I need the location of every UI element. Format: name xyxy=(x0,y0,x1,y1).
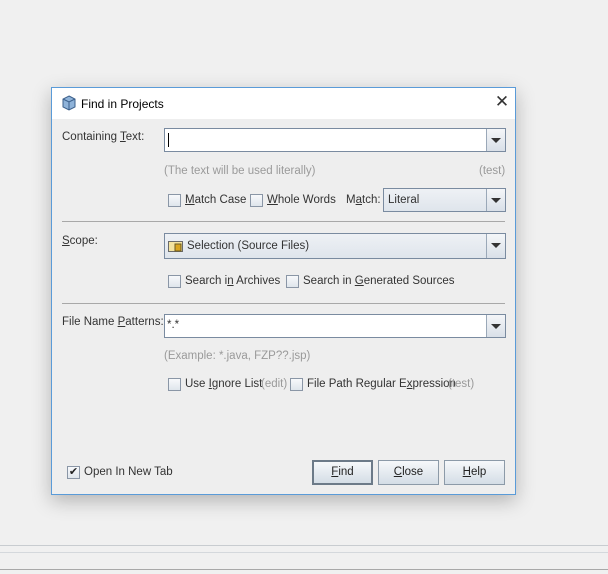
match-case-label: Match Case xyxy=(185,194,247,206)
chevron-down-icon[interactable] xyxy=(486,129,505,151)
whole-words-checkbox[interactable] xyxy=(250,194,263,207)
search-generated-label: Search in Generated Sources xyxy=(303,275,455,287)
use-ignore-list-checkbox[interactable] xyxy=(168,378,181,391)
whole-words-label: Whole Words xyxy=(267,194,336,206)
divider xyxy=(0,552,608,553)
search-archives-label: Search in Archives xyxy=(185,275,281,287)
match-label: Match: xyxy=(346,194,381,206)
title-bar: Find in Projects ✕ xyxy=(52,88,515,119)
match-case-checkbox[interactable] xyxy=(168,194,181,207)
file-patterns-input[interactable]: *.* xyxy=(164,314,506,338)
find-button[interactable]: Find xyxy=(312,460,373,485)
containing-text-label: Containing Text: xyxy=(62,131,145,143)
open-new-tab-label: Open In New Tab xyxy=(84,466,173,478)
folder-icon xyxy=(168,241,183,252)
scope-label: Scope: xyxy=(62,235,98,247)
dialog-title: Find in Projects xyxy=(81,97,164,111)
test-link[interactable]: (test) xyxy=(479,165,505,177)
search-archives-checkbox[interactable] xyxy=(168,275,181,288)
regex-checkbox[interactable] xyxy=(290,378,303,391)
open-new-tab-checkbox[interactable]: ✔ xyxy=(67,466,80,479)
help-button[interactable]: Help xyxy=(444,460,505,485)
divider xyxy=(62,303,505,304)
match-select[interactable]: Literal xyxy=(383,188,506,212)
text-cursor xyxy=(168,133,169,147)
file-patterns-label: File Name Patterns: xyxy=(62,316,164,328)
search-generated-checkbox[interactable] xyxy=(286,275,299,288)
regex-test-link[interactable]: (test) xyxy=(448,378,474,390)
find-in-projects-dialog: Find in Projects ✕ Containing Text: (The… xyxy=(51,87,516,495)
containing-text-input[interactable] xyxy=(164,128,506,152)
divider xyxy=(0,545,608,546)
file-patterns-hint: (Example: *.java, FZP??.jsp) xyxy=(164,350,311,362)
edit-link[interactable]: (edit) xyxy=(261,378,287,390)
containing-text-hint: (The text will be used literally) xyxy=(164,165,316,177)
close-button[interactable]: Close xyxy=(378,460,439,485)
divider xyxy=(62,221,505,222)
use-ignore-list-label: Use Ignore List xyxy=(185,378,263,390)
scope-select[interactable]: Selection (Source Files) xyxy=(164,233,506,259)
cube-icon xyxy=(62,95,76,111)
chevron-down-icon[interactable] xyxy=(486,315,505,337)
chevron-down-icon[interactable] xyxy=(486,234,505,258)
divider xyxy=(0,569,608,570)
close-icon[interactable]: ✕ xyxy=(492,92,512,112)
regex-label: File Path Regular Expression xyxy=(307,378,456,390)
chevron-down-icon[interactable] xyxy=(486,189,505,211)
